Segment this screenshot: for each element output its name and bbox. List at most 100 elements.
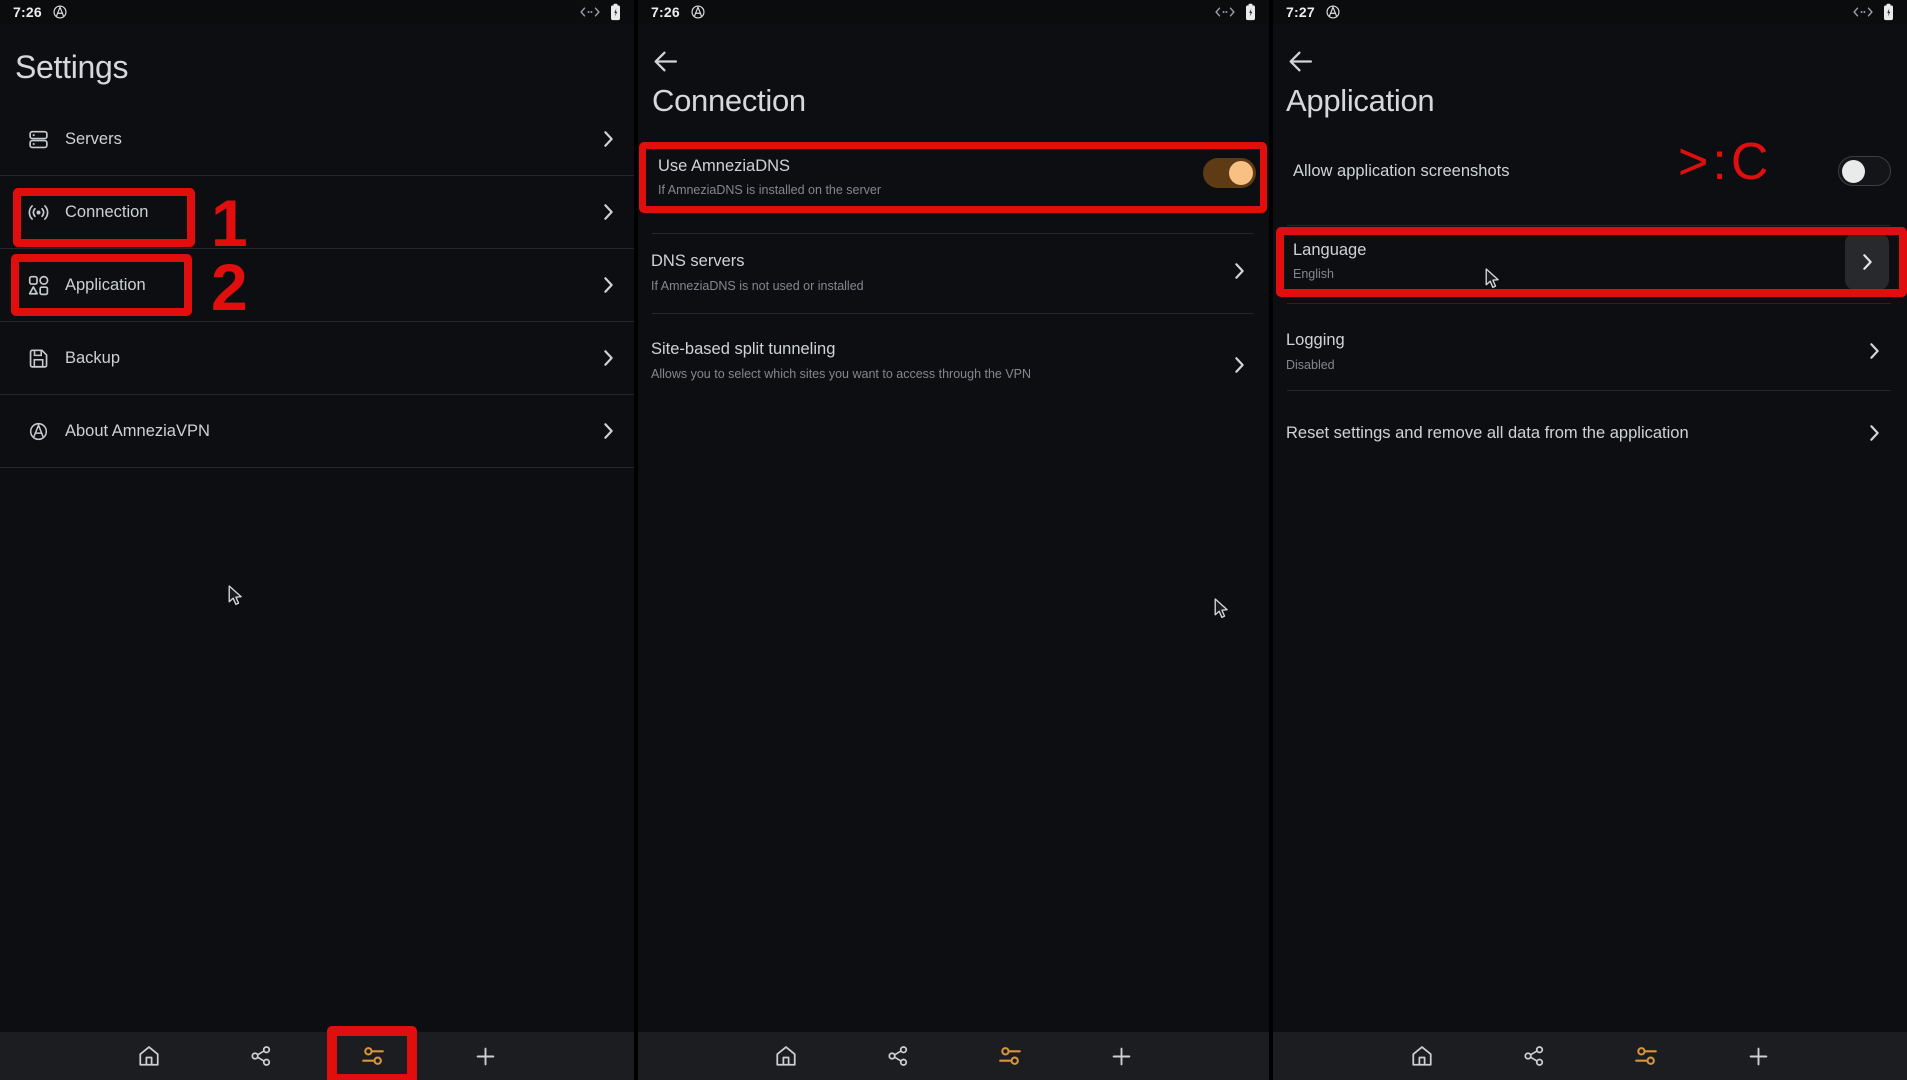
page-title: Connection [652, 84, 806, 118]
panel-settings: 7:26 Settings Servers Connection Applica… [0, 0, 634, 1080]
row-label: DNS servers [651, 252, 864, 271]
divider [652, 233, 1253, 234]
screenshot-stage: 7:26 Settings Servers Connection Applica… [0, 0, 1907, 1080]
nav-share-button[interactable] [842, 1032, 954, 1080]
row-reset-settings[interactable]: Reset settings and remove all data from … [1286, 403, 1689, 463]
nav-home-button[interactable] [1366, 1032, 1478, 1080]
back-button[interactable] [650, 46, 680, 76]
bottom-nav [0, 1032, 634, 1080]
chevron-right-icon [1234, 356, 1245, 374]
panel-application: 7:27 Application Allow application scree… [1273, 0, 1907, 1080]
nav-settings-button[interactable] [1590, 1032, 1702, 1080]
tune-icon [998, 1044, 1022, 1068]
page-title: Settings [15, 50, 128, 85]
amnezia-logo-icon [1325, 4, 1341, 20]
use-amneziadns-toggle[interactable] [1203, 158, 1256, 188]
nav-add-button[interactable] [1702, 1032, 1814, 1080]
panel-connection: 7:26 Connection Use AmneziaDNS If Amnezi… [638, 0, 1269, 1080]
settings-item-backup[interactable]: Backup [0, 322, 634, 395]
nav-settings-button[interactable] [954, 1032, 1066, 1080]
settings-item-servers[interactable]: Servers [0, 103, 634, 176]
nav-add-button[interactable] [1066, 1032, 1178, 1080]
battery-icon [610, 3, 621, 21]
mouse-cursor [1485, 268, 1500, 290]
settings-item-application[interactable]: Application [0, 249, 634, 322]
data-transfer-icon [579, 6, 601, 18]
settings-item-label: Backup [65, 349, 120, 368]
mouse-cursor [1214, 598, 1229, 620]
settings-item-label: Connection [65, 203, 148, 222]
amnezia-logo-icon [26, 421, 50, 442]
row-split-tunneling[interactable]: Site-based split tunneling Allows you to… [651, 324, 1031, 396]
back-arrow-icon [652, 48, 679, 75]
back-button[interactable] [1285, 46, 1315, 76]
row-sublabel: If AmneziaDNS is installed on the server [658, 183, 881, 197]
nav-share-button[interactable] [1478, 1032, 1590, 1080]
chevron-right-icon [1234, 262, 1245, 280]
tune-icon [361, 1044, 385, 1068]
row-sublabel: English [1293, 267, 1366, 281]
mouse-cursor [228, 585, 243, 607]
row-allow-screenshots[interactable]: Allow application screenshots [1293, 140, 1509, 202]
page-title: Application [1286, 84, 1434, 118]
chevron-right-icon [1869, 342, 1880, 360]
data-transfer-icon [1852, 6, 1874, 18]
battery-icon [1245, 3, 1256, 21]
tune-icon [1634, 1044, 1658, 1068]
chevron-right-icon [603, 349, 614, 367]
servers-icon [26, 128, 50, 151]
toggle-knob [1842, 160, 1865, 183]
status-time: 7:27 [1286, 4, 1315, 20]
annotation-angry-face: >:C [1678, 136, 1772, 188]
row-label: Reset settings and remove all data from … [1286, 424, 1689, 443]
settings-item-label: Application [65, 276, 146, 295]
backup-icon [26, 347, 50, 370]
bottom-nav [638, 1032, 1269, 1080]
row-dns-servers[interactable]: DNS servers If AmneziaDNS is not used or… [651, 236, 864, 308]
share-icon [1523, 1045, 1545, 1067]
nav-share-button[interactable] [205, 1032, 317, 1080]
row-label: Use AmneziaDNS [658, 157, 881, 176]
settings-item-about[interactable]: About AmneziaVPN [0, 395, 634, 468]
language-chevron-button[interactable] [1845, 233, 1889, 290]
nav-add-button[interactable] [429, 1032, 541, 1080]
chevron-right-icon [1862, 253, 1873, 271]
divider [1287, 390, 1891, 391]
status-bar: 7:26 [0, 0, 634, 24]
share-icon [887, 1045, 909, 1067]
plus-icon [1111, 1046, 1132, 1067]
status-bar: 7:26 [638, 0, 1269, 24]
nav-home-button[interactable] [730, 1032, 842, 1080]
connection-icon [26, 201, 50, 224]
plus-icon [1748, 1046, 1769, 1067]
status-time: 7:26 [13, 4, 42, 20]
chevron-right-icon [603, 422, 614, 440]
divider [1287, 225, 1891, 226]
row-label: Logging [1286, 331, 1345, 350]
amnezia-logo-icon [690, 4, 706, 20]
row-language[interactable]: Language English [1293, 230, 1366, 292]
row-label: Allow application screenshots [1293, 162, 1509, 181]
bottom-nav [1273, 1032, 1907, 1080]
home-icon [137, 1044, 161, 1068]
status-time: 7:26 [651, 4, 680, 20]
chevron-right-icon [1869, 424, 1880, 442]
annotation-box-language [1276, 227, 1907, 297]
home-icon [1410, 1044, 1434, 1068]
row-logging[interactable]: Logging Disabled [1286, 316, 1345, 386]
status-bar: 7:27 [1273, 0, 1907, 24]
settings-item-connection[interactable]: Connection [0, 176, 634, 249]
allow-screenshots-toggle[interactable] [1838, 156, 1891, 186]
row-use-amneziadns[interactable]: Use AmneziaDNS If AmneziaDNS is installe… [658, 145, 881, 209]
divider [652, 313, 1253, 314]
application-icon [26, 274, 50, 297]
battery-icon [1883, 3, 1894, 21]
row-sublabel: If AmneziaDNS is not used or installed [651, 279, 864, 293]
home-icon [774, 1044, 798, 1068]
amnezia-logo-icon [52, 4, 68, 20]
chevron-right-icon [603, 276, 614, 294]
row-label: Site-based split tunneling [651, 340, 1031, 359]
row-sublabel: Allows you to select which sites you wan… [651, 367, 1031, 381]
nav-settings-button[interactable] [317, 1032, 429, 1080]
nav-home-button[interactable] [93, 1032, 205, 1080]
